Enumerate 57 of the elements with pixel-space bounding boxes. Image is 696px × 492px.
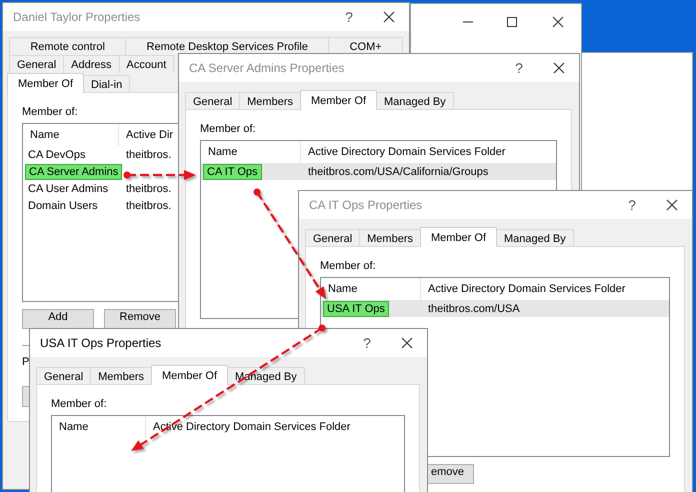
table-cell-text: theitbros.com/USA/California/Groups	[307, 166, 488, 178]
column-header[interactable]: Name	[23, 124, 119, 146]
tab[interactable]: Member Of	[7, 73, 84, 93]
list-label: Member of:	[51, 397, 107, 411]
table-cell: CA User Admins	[28, 182, 108, 194]
table-cell-text: theitbros.	[125, 148, 172, 160]
table-cell: CA IT Ops	[204, 164, 261, 178]
close-icon[interactable]	[666, 199, 678, 211]
help-button[interactable]: ?	[341, 9, 357, 25]
help-button[interactable]: ?	[511, 60, 527, 76]
tab[interactable]: Dial-in	[83, 75, 130, 93]
column-header[interactable]: Active Directory Domain Services Folder	[421, 278, 626, 300]
tab[interactable]: General	[305, 229, 360, 247]
column-header[interactable]: Active Dir	[119, 124, 174, 146]
list-row[interactable]: CA DevOps theitbros.	[23, 146, 178, 163]
list-row[interactable]: CA Server Admins	[23, 163, 178, 180]
close-icon[interactable]	[401, 337, 413, 349]
close-icon[interactable]	[552, 16, 564, 28]
action-button[interactable]: Add	[22, 309, 94, 329]
tab[interactable]: Member Of	[300, 90, 377, 110]
tab[interactable]: Account	[118, 55, 174, 73]
tab[interactable]: Managed By	[496, 229, 574, 247]
table-cell-text: theitbros.com/USA	[427, 302, 520, 314]
window-title: CA IT Ops Properties	[309, 198, 424, 212]
help-button[interactable]: ?	[624, 197, 640, 213]
window-title: USA IT Ops Properties	[40, 336, 162, 350]
tab[interactable]: Managed By	[376, 92, 454, 110]
table-cell: USA IT Ops	[324, 302, 388, 316]
list-row[interactable]: CA User Admins theitbros.	[23, 180, 178, 197]
window-title: CA Server Admins Properties	[189, 61, 346, 75]
column-header[interactable]: Name	[52, 416, 146, 438]
list-label: Member of:	[320, 259, 376, 273]
maximize-icon[interactable]	[506, 16, 518, 28]
window-title: Daniel Taylor Properties	[13, 10, 142, 24]
close-icon[interactable]	[553, 62, 565, 74]
list-row[interactable]: USA IT Ops theitbros.com/USA	[321, 300, 669, 317]
tab[interactable]: Remote control	[9, 37, 126, 55]
tab[interactable]: Member Of	[420, 227, 497, 247]
column-header[interactable]: Active Directory Domain Services Folder	[301, 141, 506, 163]
list-row[interactable]: Domain Users theitbros.	[23, 197, 178, 214]
tab[interactable]: Member Of	[150, 365, 228, 385]
section-label: P	[22, 356, 30, 368]
table-cell: Domain Users	[28, 200, 98, 212]
table-cell-text: theitbros.	[125, 182, 172, 194]
tab[interactable]: General	[36, 367, 92, 385]
table-cell: CA DevOps	[28, 148, 86, 160]
action-button[interactable]: Remove	[104, 309, 176, 329]
list-label: Member of:	[22, 105, 78, 119]
tab[interactable]: Remote Desktop Services Profile	[125, 37, 330, 55]
list-row[interactable]: CA IT Ops theitbros.com/USA/California/Groups	[201, 163, 556, 180]
table-cell: CA Server Admins	[26, 164, 122, 178]
table-cell-text: theitbros.	[125, 200, 172, 212]
help-button[interactable]: ?	[359, 335, 375, 351]
list-label: Member of:	[200, 122, 256, 136]
tab[interactable]: General	[185, 92, 240, 110]
close-icon[interactable]	[383, 11, 395, 23]
tab[interactable]: General	[9, 55, 64, 73]
